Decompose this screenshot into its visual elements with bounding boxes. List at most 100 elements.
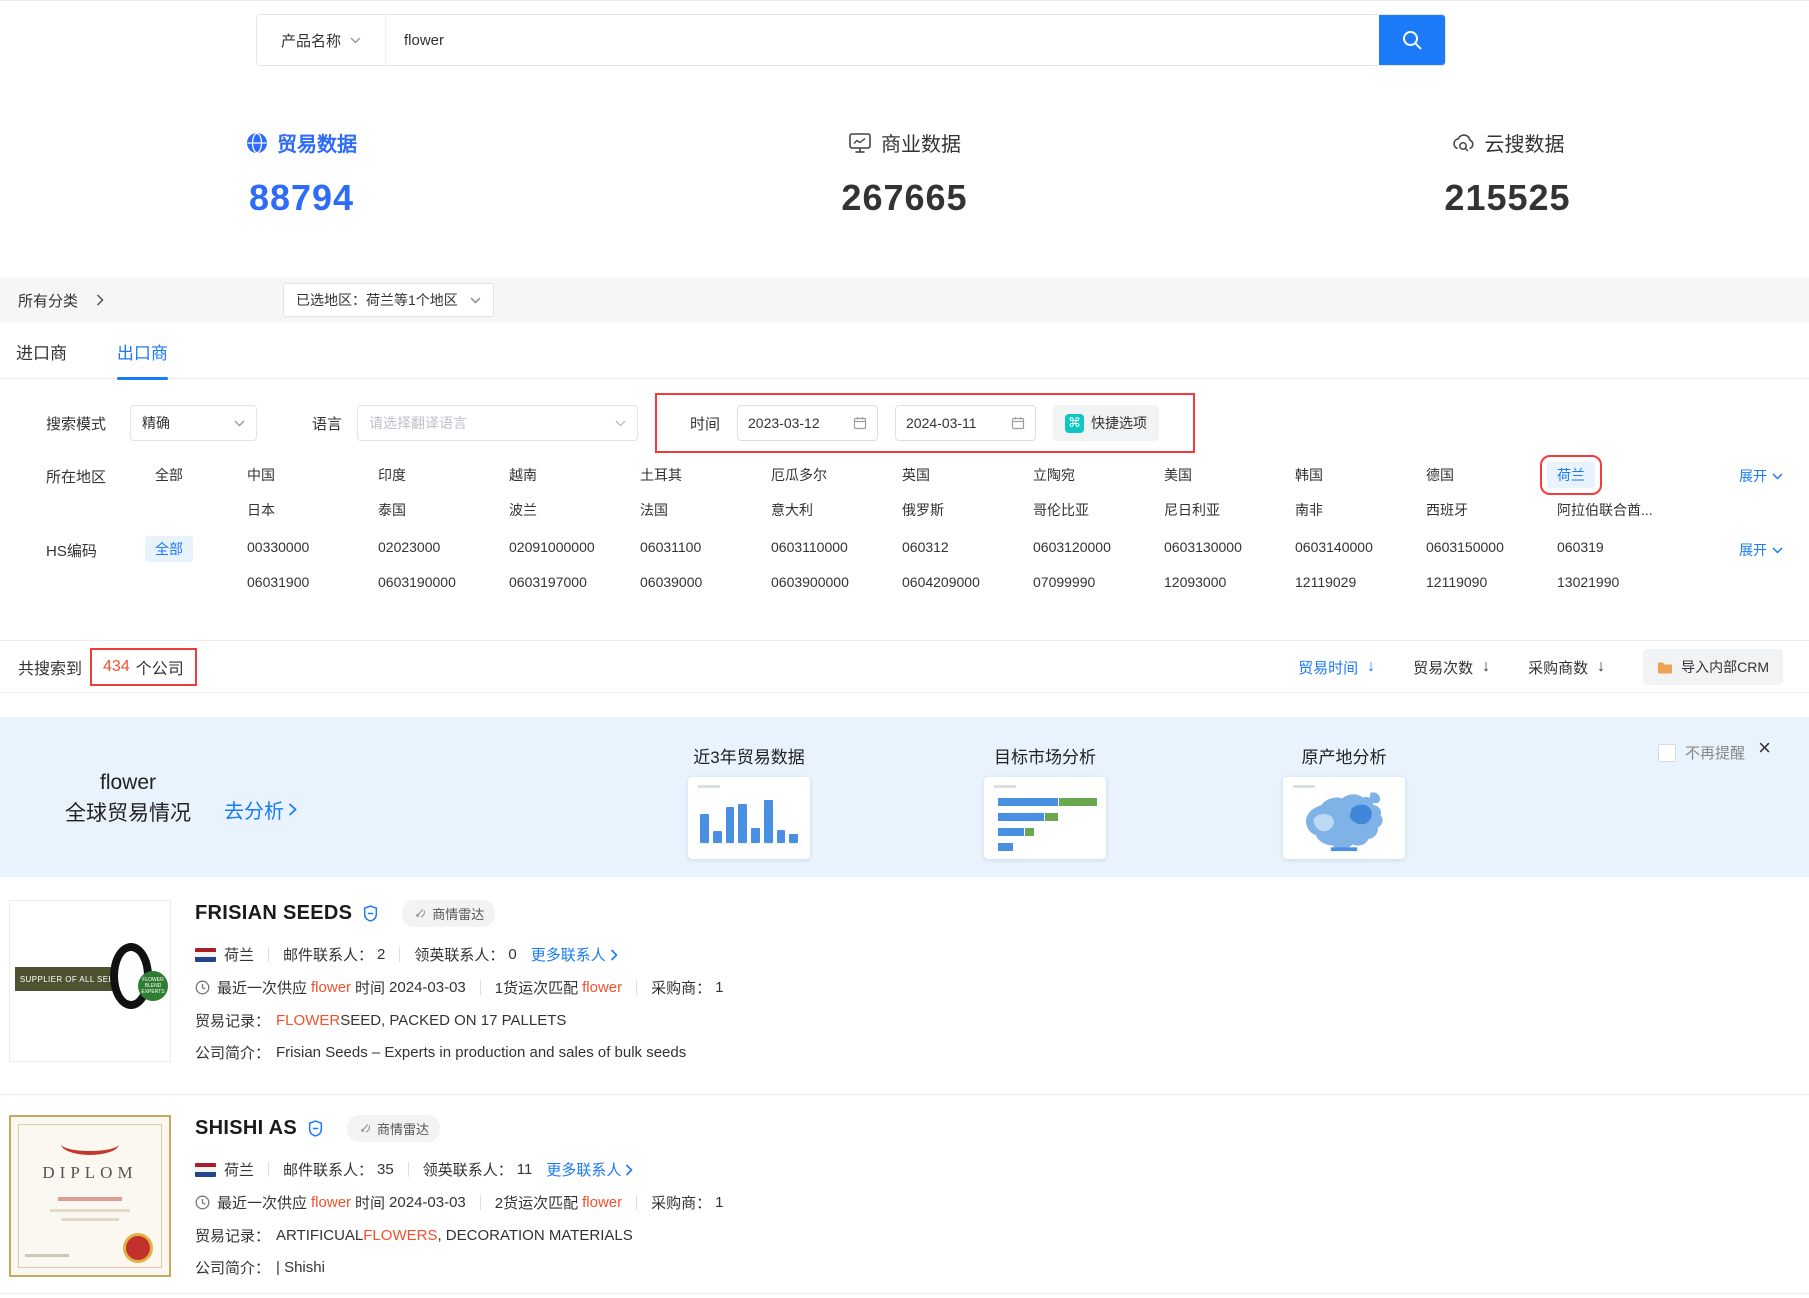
tab-importer[interactable]: 进口商	[16, 323, 67, 380]
company-logo[interactable]: DIPLOM	[9, 1115, 171, 1277]
region-expand-link[interactable]: 展开	[1739, 466, 1783, 486]
import-crm-button[interactable]: 导入内部CRM	[1643, 649, 1783, 685]
search-mode-select[interactable]: 精确	[130, 405, 257, 441]
filter-tag[interactable]: 0603130000	[1154, 536, 1252, 562]
breadcrumb[interactable]: 所有分类	[18, 290, 78, 311]
filter-tag[interactable]: 12093000	[1154, 571, 1236, 593]
hs-expand-link[interactable]: 展开	[1739, 540, 1783, 560]
filter-tag[interactable]: 意大利	[761, 497, 823, 523]
globe-icon	[246, 132, 268, 154]
sort-trade-time[interactable]: 贸易时间 ↓	[1298, 657, 1375, 678]
china-map	[1292, 790, 1396, 852]
radar-badge-label: 商情雷达	[377, 1119, 429, 1138]
filter-tag[interactable]: 法国	[630, 497, 678, 523]
bar	[713, 831, 722, 844]
stat-trade-data[interactable]: 贸易数据 88794	[0, 128, 603, 219]
filter-tag[interactable]: 0603150000	[1416, 536, 1514, 562]
verified-shield-icon[interactable]	[308, 1120, 323, 1137]
filter-tag[interactable]: 0603110000	[761, 536, 858, 562]
quick-options-button[interactable]: ⌘ 快捷选项	[1053, 405, 1159, 441]
trade-record-label: 贸易记录：	[195, 1010, 270, 1031]
region-row-2: 日本 泰国 波兰 法国 意大利 俄罗斯 哥伦比亚 尼日利亚 南非 西班牙 阿拉伯联合酋...	[145, 497, 1678, 523]
cloud-search-icon	[1451, 132, 1476, 154]
arrow-down-icon: ↓	[1597, 658, 1605, 676]
filter-tag[interactable]: 美国	[1154, 462, 1202, 488]
stat-business-data[interactable]: 商业数据 267665	[603, 128, 1206, 219]
filter-tag[interactable]: 日本	[237, 497, 285, 523]
date-to-input[interactable]: 2024-03-11	[895, 405, 1036, 441]
more-contacts-link[interactable]: 更多联系人	[546, 1159, 633, 1180]
tab-exporter[interactable]: 出口商	[117, 323, 168, 380]
market-chart-thumbnail	[984, 777, 1106, 859]
search-category-dropdown[interactable]: 产品名称	[257, 15, 386, 65]
filter-tag[interactable]: 0603190000	[368, 571, 466, 593]
trade-data-chart-card[interactable]: 近3年贸易数据	[679, 743, 819, 859]
filter-tag[interactable]: 06031900	[237, 571, 319, 593]
filter-tag[interactable]: 02091000000	[499, 536, 605, 562]
chart-title-mark	[1293, 785, 1315, 788]
origin-analysis-card[interactable]: 原产地分析	[1274, 743, 1414, 859]
filter-tag[interactable]: 13021990	[1547, 571, 1629, 593]
filter-tag[interactable]: 06031100	[630, 536, 711, 562]
filter-tag[interactable]: 印度	[368, 462, 416, 488]
filter-tag[interactable]: 德国	[1416, 462, 1464, 488]
verified-shield-icon[interactable]	[363, 905, 378, 922]
filter-tag[interactable]: 尼日利亚	[1154, 497, 1230, 523]
monitor-chart-icon	[848, 132, 872, 154]
filter-tag[interactable]: 0603197000	[499, 571, 597, 593]
filter-tag[interactable]: 土耳其	[630, 462, 692, 488]
filter-tag[interactable]: 阿拉伯联合酋...	[1547, 497, 1663, 523]
filter-tag[interactable]: 厄瓜多尔	[761, 462, 837, 488]
filter-tag[interactable]: 00330000	[237, 536, 319, 562]
filter-tag[interactable]: 0604209000	[892, 571, 990, 593]
logo-stamp-text: FLOWER BLEND EXPERTS	[138, 971, 168, 1001]
filter-tag[interactable]: 07099990	[1023, 571, 1105, 593]
filter-tag[interactable]: 俄罗斯	[892, 497, 954, 523]
language-select[interactable]: 请选择翻译语言	[357, 405, 638, 441]
close-icon[interactable]: ×	[1758, 737, 1771, 759]
filter-tag[interactable]: 韩国	[1285, 462, 1333, 488]
filter-tag[interactable]: 立陶宛	[1023, 462, 1085, 488]
search-button[interactable]	[1379, 15, 1445, 65]
filter-tag[interactable]: 泰国	[368, 497, 416, 523]
dismiss-checkbox[interactable]	[1658, 744, 1676, 762]
filter-tag[interactable]: 0603900000	[761, 571, 859, 593]
expand-label: 展开	[1739, 540, 1767, 560]
date-from-input[interactable]: 2023-03-12	[737, 405, 878, 441]
dismiss-control[interactable]: 不再提醒	[1658, 742, 1745, 763]
analyze-link[interactable]: 去分析	[224, 795, 297, 824]
sort-buyer-count[interactable]: 采购商数 ↓	[1528, 657, 1605, 678]
filter-tag[interactable]: 荷兰	[1547, 462, 1595, 488]
stat-cloud-data[interactable]: 云搜数据 215525	[1206, 128, 1809, 219]
filter-tag[interactable]: 全部	[145, 462, 193, 488]
filter-tag[interactable]: 越南	[499, 462, 547, 488]
sort-trade-count[interactable]: 贸易次数 ↓	[1413, 657, 1490, 678]
target-market-chart-card[interactable]: 目标市场分析	[975, 743, 1115, 859]
arrow-down-icon: ↓	[1482, 658, 1490, 676]
filter-tag[interactable]: 02023000	[368, 536, 450, 562]
company-logo[interactable]: SUPPLIER OF ALL SEEDS FLOWER BLEND EXPER…	[9, 900, 171, 1062]
business-radar-badge[interactable]: 商情雷达	[402, 900, 495, 927]
folder-icon	[1657, 661, 1673, 674]
business-radar-badge[interactable]: 商情雷达	[347, 1115, 440, 1142]
filter-tag[interactable]: 060312	[892, 536, 959, 562]
filter-tag[interactable]: 0603140000	[1285, 536, 1383, 562]
filter-tag[interactable]: 中国	[237, 462, 285, 488]
divider	[268, 947, 269, 962]
filter-tag[interactable]: 哥伦比亚	[1023, 497, 1099, 523]
filter-tag[interactable]: 12119090	[1416, 571, 1497, 593]
region-selection-dropdown[interactable]: 已选地区：荷兰等1个地区	[283, 283, 494, 317]
company-name[interactable]: FRISIAN SEEDS	[195, 902, 352, 925]
filter-tag[interactable]: 0603120000	[1023, 536, 1121, 562]
filter-tag[interactable]: 西班牙	[1416, 497, 1478, 523]
filter-tag[interactable]: 南非	[1285, 497, 1333, 523]
filter-tag[interactable]: 06039000	[630, 571, 712, 593]
company-name[interactable]: SHISHI AS	[195, 1117, 297, 1140]
search-input[interactable]	[386, 15, 1379, 65]
more-contacts-link[interactable]: 更多联系人	[531, 944, 618, 965]
filter-tag[interactable]: 12119029	[1285, 571, 1366, 593]
filter-tag[interactable]: 英国	[892, 462, 940, 488]
filter-tag[interactable]: 波兰	[499, 497, 547, 523]
filter-tag[interactable]: 060319	[1547, 536, 1614, 562]
filter-tag[interactable]: 全部	[145, 536, 193, 562]
